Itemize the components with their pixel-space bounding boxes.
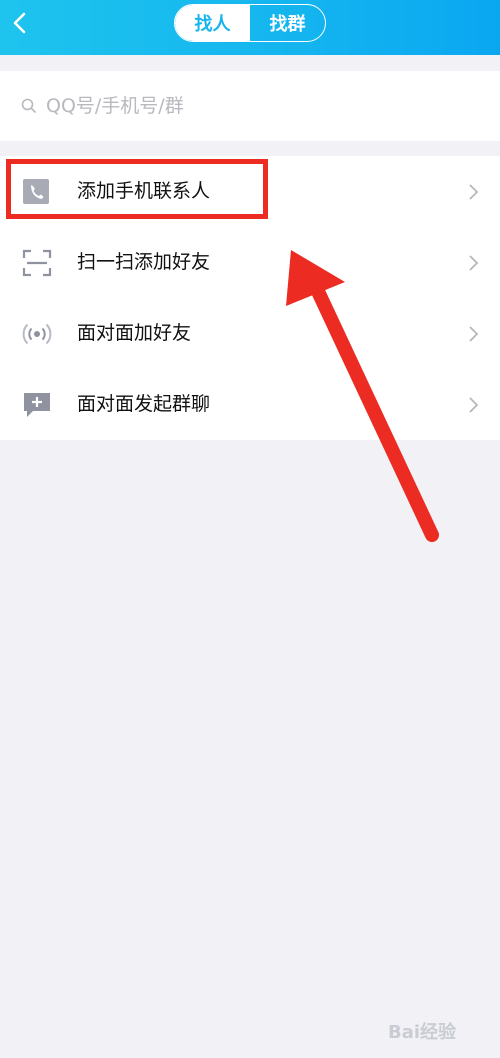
tab-find-people[interactable]: 找人 — [175, 5, 250, 41]
chevron-right-icon — [469, 397, 479, 413]
chevron-right-icon — [469, 326, 479, 342]
highlight-box — [6, 159, 268, 219]
watermark: Bai经验 — [388, 1022, 457, 1043]
title-bar: 找人 找群 — [0, 0, 500, 55]
chevron-right-icon — [469, 184, 479, 200]
tab-find-groups[interactable]: 找群 — [250, 5, 325, 41]
radar-icon — [22, 323, 52, 345]
chat-plus-icon — [24, 393, 50, 417]
chevron-left-icon — [13, 12, 26, 34]
menu-item-scan-add-friend[interactable]: 扫一扫添加好友 — [0, 227, 500, 298]
chevron-right-icon — [469, 255, 479, 271]
back-button[interactable] — [6, 4, 40, 44]
menu-item-label: 面对面加好友 — [77, 322, 192, 344]
search-input[interactable] — [46, 91, 466, 121]
menu-item-label: 扫一扫添加好友 — [77, 251, 211, 273]
tab-switcher: 找人 找群 — [174, 4, 326, 42]
menu-item-face-to-face-friend[interactable]: 面对面加好友 — [0, 298, 500, 369]
menu-item-face-to-face-group[interactable]: 面对面发起群聊 — [0, 369, 500, 440]
menu-item-label: 面对面发起群聊 — [77, 393, 211, 415]
search-icon — [21, 98, 36, 113]
scan-icon — [22, 249, 52, 277]
search-bar — [0, 71, 500, 141]
